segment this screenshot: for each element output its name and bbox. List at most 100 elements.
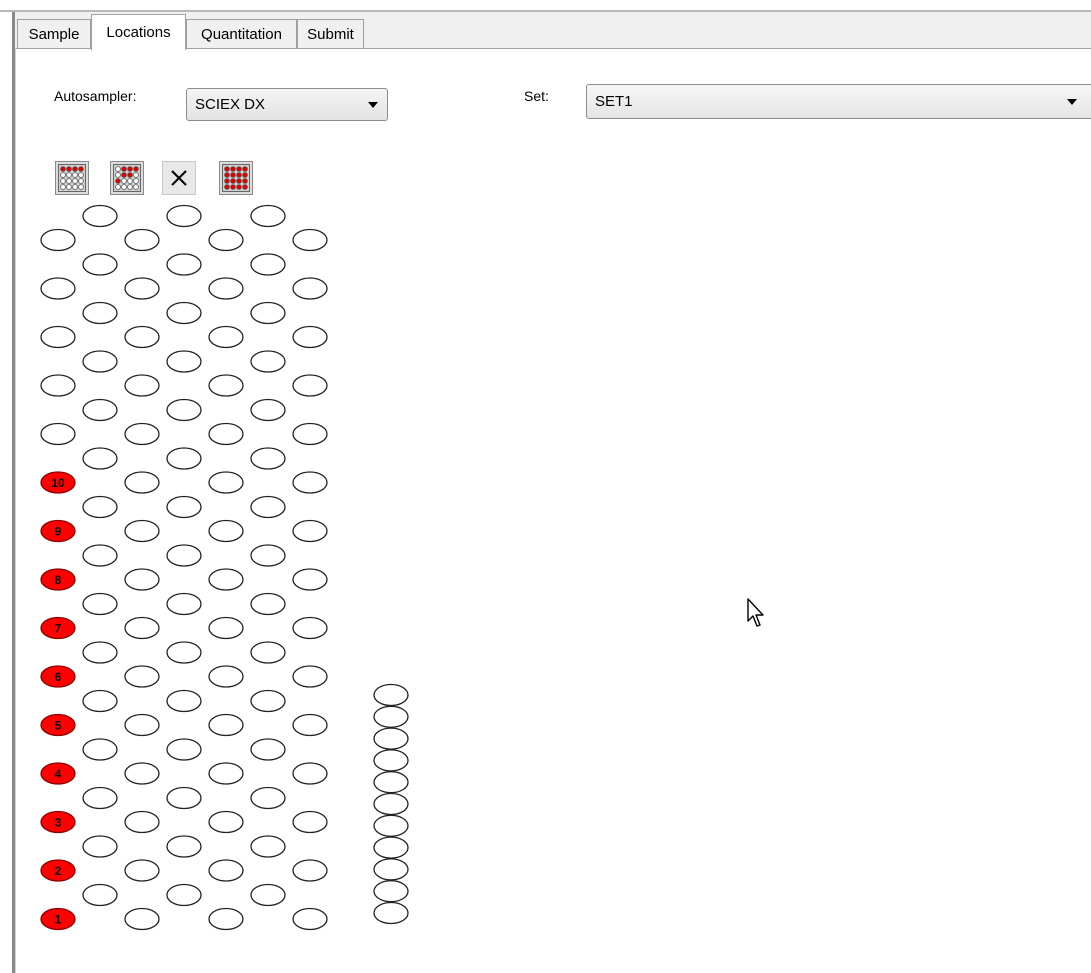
vial[interactable] — [82, 544, 118, 567]
vial[interactable] — [166, 544, 202, 567]
vial[interactable] — [292, 471, 328, 494]
vial[interactable] — [208, 713, 244, 737]
select-all-button[interactable] — [219, 161, 253, 195]
tab-sample[interactable]: Sample — [17, 19, 91, 48]
vial[interactable] — [40, 422, 76, 446]
vial[interactable] — [166, 883, 202, 907]
vial[interactable] — [292, 277, 328, 300]
vial[interactable] — [124, 422, 160, 446]
tab-quantitation[interactable]: Quantitation — [186, 19, 297, 48]
vial[interactable] — [82, 398, 118, 422]
vial[interactable] — [292, 810, 328, 834]
autosampler-dropdown[interactable]: SCIEX DX — [186, 88, 388, 121]
vial[interactable] — [124, 228, 160, 252]
vial[interactable] — [166, 641, 202, 664]
vial[interactable] — [166, 398, 202, 422]
vial[interactable] — [166, 835, 202, 858]
vial[interactable] — [292, 762, 328, 785]
vial[interactable] — [124, 277, 160, 300]
vial[interactable] — [82, 835, 118, 858]
vial-5[interactable]: 5 — [40, 713, 76, 737]
vial[interactable] — [82, 301, 118, 325]
vial[interactable] — [208, 471, 244, 494]
vial[interactable] — [82, 204, 118, 228]
vial[interactable] — [250, 350, 286, 373]
vial[interactable] — [208, 907, 244, 931]
vial[interactable] — [292, 325, 328, 349]
vial[interactable] — [166, 738, 202, 761]
vial[interactable] — [208, 228, 244, 252]
vial-2[interactable]: 2 — [40, 859, 76, 882]
vial[interactable] — [82, 447, 118, 470]
vial[interactable] — [166, 786, 202, 810]
vial[interactable] — [292, 422, 328, 446]
vial[interactable] — [292, 713, 328, 737]
vial[interactable] — [40, 228, 76, 252]
vial[interactable] — [373, 683, 409, 707]
vial-6[interactable]: 6 — [40, 665, 76, 688]
vial[interactable] — [250, 786, 286, 810]
vial[interactable] — [124, 519, 160, 543]
vial[interactable] — [166, 301, 202, 325]
vial[interactable] — [208, 277, 244, 300]
vial[interactable] — [250, 835, 286, 858]
vial[interactable] — [250, 301, 286, 325]
vial[interactable] — [292, 568, 328, 591]
vial-10[interactable]: 10 — [40, 471, 76, 494]
vial[interactable] — [208, 374, 244, 397]
vial[interactable] — [250, 641, 286, 664]
vial[interactable] — [292, 859, 328, 882]
vial[interactable] — [166, 253, 202, 276]
tab-submit[interactable]: Submit — [297, 19, 364, 48]
vial[interactable] — [208, 422, 244, 446]
vial[interactable] — [166, 204, 202, 228]
vial[interactable] — [373, 749, 409, 772]
vial[interactable] — [373, 880, 409, 903]
vial[interactable] — [250, 398, 286, 422]
vial[interactable] — [82, 592, 118, 616]
vial[interactable] — [292, 519, 328, 543]
vial-9[interactable]: 9 — [40, 519, 76, 543]
vial[interactable] — [124, 810, 160, 834]
vial[interactable] — [292, 228, 328, 252]
vial[interactable] — [40, 374, 76, 397]
vial-1[interactable]: 1 — [40, 907, 76, 931]
vial[interactable] — [208, 325, 244, 349]
vial[interactable] — [124, 325, 160, 349]
vial[interactable] — [208, 568, 244, 591]
vial[interactable] — [82, 350, 118, 373]
select-diagonal-button[interactable] — [110, 161, 144, 195]
set-dropdown[interactable]: SET1 — [586, 84, 1091, 119]
vial[interactable] — [373, 771, 409, 794]
vial[interactable] — [250, 689, 286, 713]
vial[interactable] — [373, 727, 409, 750]
vial[interactable] — [40, 277, 76, 300]
vial[interactable] — [208, 859, 244, 882]
vial[interactable] — [40, 325, 76, 349]
vial[interactable] — [208, 519, 244, 543]
vial[interactable] — [292, 665, 328, 688]
vial[interactable] — [292, 907, 328, 931]
vial[interactable] — [124, 762, 160, 785]
vial[interactable] — [373, 705, 409, 728]
vial[interactable] — [373, 858, 409, 881]
vial[interactable] — [373, 901, 409, 925]
vial[interactable] — [166, 495, 202, 519]
vial[interactable] — [373, 814, 409, 837]
vial[interactable] — [82, 883, 118, 907]
vial-3[interactable]: 3 — [40, 810, 76, 834]
vial-8[interactable]: 8 — [40, 568, 76, 591]
vial[interactable] — [292, 616, 328, 640]
tab-locations[interactable]: Locations — [91, 14, 186, 50]
vial[interactable] — [292, 374, 328, 397]
vial[interactable] — [82, 738, 118, 761]
vial[interactable] — [124, 713, 160, 737]
vial[interactable] — [250, 883, 286, 907]
vial[interactable] — [124, 907, 160, 931]
vial[interactable] — [166, 350, 202, 373]
clear-selection-button[interactable] — [162, 161, 196, 195]
vial[interactable] — [82, 495, 118, 519]
vial[interactable] — [166, 689, 202, 713]
vial[interactable] — [124, 568, 160, 591]
vial[interactable] — [124, 374, 160, 397]
